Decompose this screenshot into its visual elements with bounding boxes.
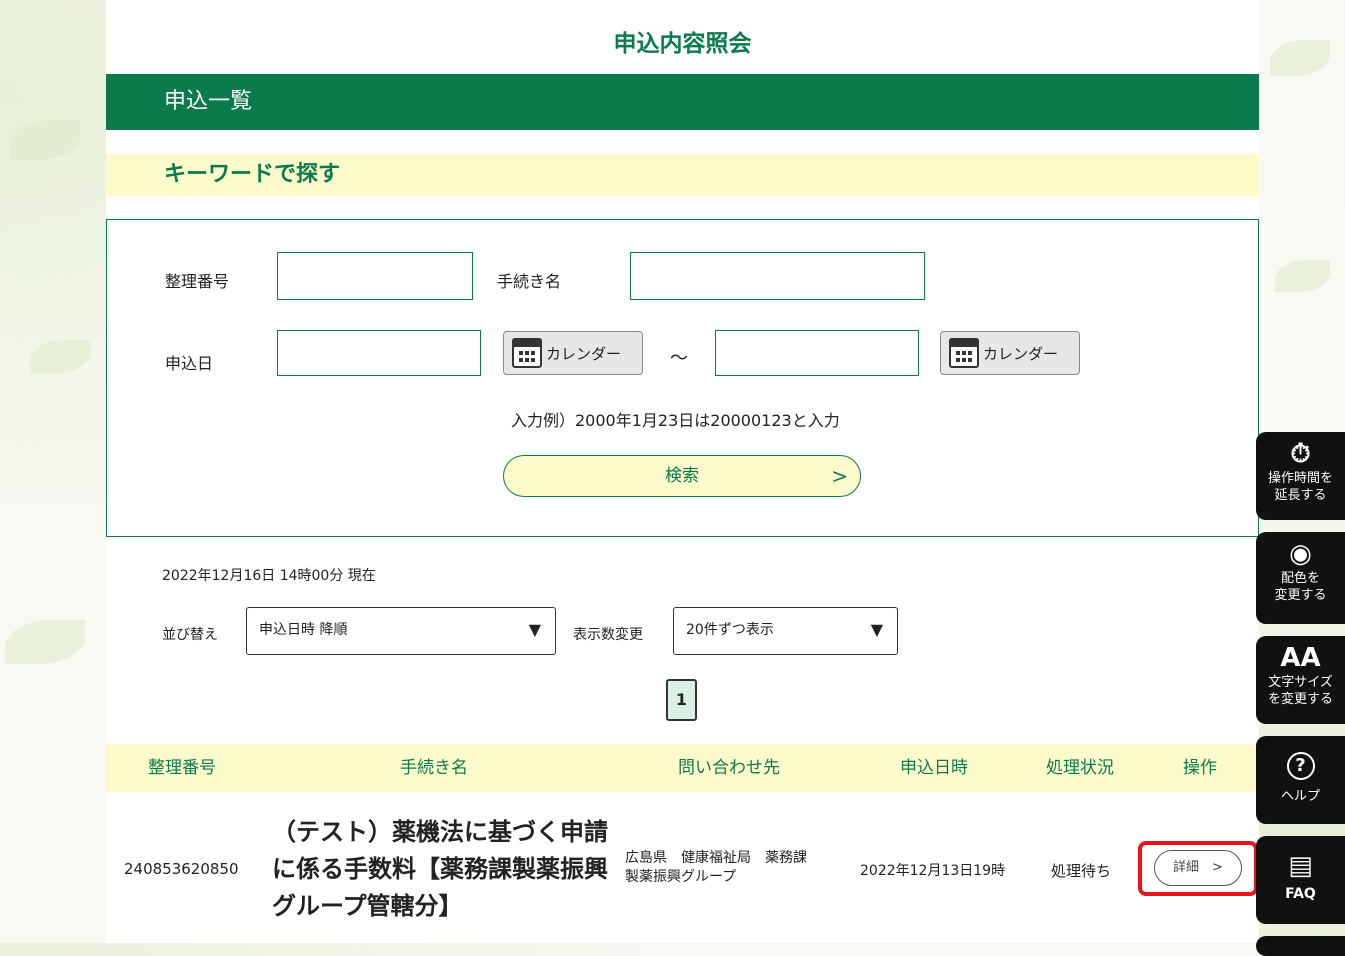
chevron-right-icon: > — [831, 464, 848, 488]
procedure-label: 手続き名 — [497, 272, 562, 291]
search-button-label: 検索 — [665, 466, 699, 486]
calendar-label: カレンダー — [546, 344, 622, 363]
column-header: 操作 — [1183, 758, 1217, 778]
search-heading: キーワードで探す — [106, 154, 1259, 196]
row-procedure-name: （テスト）薬機法に基づく申請に係る手数料【薬務課製薬振興グループ管轄分】 — [272, 818, 608, 920]
help-button[interactable]: ? ヘルプ — [1256, 736, 1345, 824]
calendar-icon — [949, 338, 979, 368]
date-input-example: 入力例）2000年1月23日は20000123と入力 — [511, 411, 840, 430]
palette-icon: ◉ — [1289, 539, 1312, 569]
calendar-to-button[interactable]: カレンダー — [940, 331, 1080, 375]
faq-label: FAQ — [1285, 886, 1316, 902]
calendar-icon — [512, 338, 542, 368]
stopwatch-icon: ⏱ — [1290, 439, 1311, 469]
column-header: 問い合わせ先 — [678, 758, 780, 778]
dropdown-arrow-icon: ▼ — [528, 620, 541, 639]
background-leaf — [30, 340, 90, 374]
color-scheme-button[interactable]: ◉ 配色を 変更する — [1256, 532, 1345, 624]
search-heading-text: キーワードで探す — [164, 162, 341, 187]
faq-icon: ▤ — [1288, 851, 1313, 881]
calendar-label: カレンダー — [983, 344, 1059, 363]
extend-time-label: 操作時間を 延長する — [1267, 471, 1333, 503]
row-ref-number: 240853620850 — [124, 860, 239, 878]
help-label: ヘルプ — [1280, 789, 1320, 804]
dropdown-arrow-icon: ▼ — [870, 620, 883, 639]
date-to-input[interactable] — [715, 330, 919, 376]
sort-select[interactable]: 申込日時 降順 ▼ — [246, 607, 556, 655]
row-contact-line: 製薬振興グループ — [625, 869, 737, 885]
per-page-select[interactable]: 20件ずつ表示 ▼ — [673, 607, 898, 655]
ref-number-input[interactable] — [277, 252, 473, 300]
font-size-label: 文字サイズ を変更する — [1267, 675, 1333, 707]
procedure-input[interactable] — [630, 252, 925, 300]
background-leaf — [5, 620, 85, 664]
row-status: 処理待ち — [1051, 862, 1112, 880]
range-separator: ～ — [670, 348, 688, 369]
row-contact: 広島県 健康福祉局 薬務課 製薬振興グループ — [625, 849, 807, 887]
section-header: 申込一覧 — [106, 74, 1259, 130]
table-header: 整理番号 手続き名 問い合わせ先 申込日時 処理状況 操作 — [106, 744, 1259, 792]
sidebar-overflow-button[interactable] — [1256, 936, 1345, 956]
calendar-from-button[interactable]: カレンダー — [503, 331, 643, 375]
date-label: 申込日 — [165, 354, 214, 373]
background-leaf — [1270, 40, 1330, 76]
main-content: 申込内容照会 申込一覧 キーワードで探す 整理番号 手続き名 申込日 カレンダー… — [106, 0, 1259, 943]
column-header: 処理状況 — [1046, 758, 1114, 778]
column-header: 整理番号 — [148, 758, 216, 778]
help-icon: ? — [1286, 752, 1315, 780]
extend-time-button[interactable]: ⏱ 操作時間を 延長する — [1256, 432, 1345, 520]
section-title: 申込一覧 — [164, 89, 253, 114]
date-from-input[interactable] — [277, 330, 481, 376]
column-header: 申込日時 — [900, 758, 968, 778]
per-page-selected: 20件ずつ表示 — [686, 622, 774, 638]
font-size-icon: AA — [1280, 643, 1321, 673]
ref-number-label: 整理番号 — [165, 272, 230, 291]
page-title: 申込内容照会 — [613, 31, 752, 57]
current-timestamp: 2022年12月16日 14時00分 現在 — [162, 568, 376, 584]
search-form: 整理番号 手続き名 申込日 カレンダー ～ カレンダー 入力例）2000年1月2… — [106, 219, 1259, 537]
sort-selected: 申込日時 降順 — [259, 622, 348, 638]
column-header: 手続き名 — [400, 758, 468, 778]
per-page-label: 表示数変更 — [573, 627, 643, 643]
sort-label: 並び替え — [162, 627, 218, 643]
detail-button[interactable]: 詳細 > — [1154, 850, 1242, 886]
search-button[interactable]: 検索 > — [503, 455, 861, 497]
background-leaf — [1275, 260, 1330, 292]
row-applied-at: 2022年12月13日19時 — [860, 863, 1006, 879]
faq-button[interactable]: ▤ FAQ — [1256, 836, 1345, 924]
color-scheme-label: 配色を 変更する — [1274, 571, 1327, 603]
page-number-button[interactable]: 1 — [666, 679, 697, 721]
row-contact-line: 広島県 健康福祉局 薬務課 — [625, 850, 807, 866]
background-leaf — [10, 120, 80, 160]
font-size-button[interactable]: AA 文字サイズ を変更する — [1256, 636, 1345, 724]
